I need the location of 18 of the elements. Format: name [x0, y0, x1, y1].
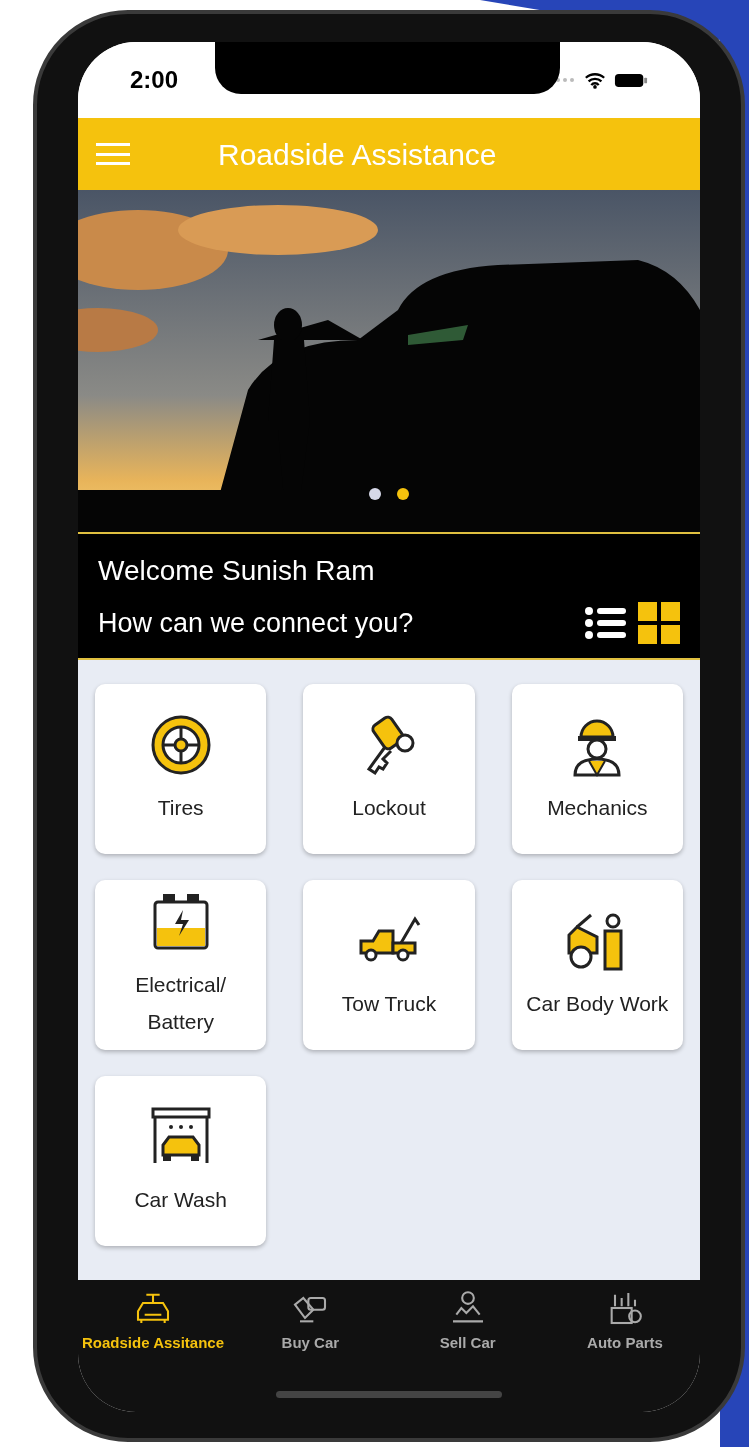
service-card[interactable]: Car Wash [95, 1076, 267, 1246]
welcome-text: Welcome Sunish Ram [98, 554, 376, 588]
prompt-text: How can we connect you? [98, 607, 414, 640]
grid-view-icon[interactable] [638, 602, 680, 644]
nav-tab[interactable]: Auto Parts [550, 1288, 700, 1355]
status-time: 2:00 [130, 65, 179, 95]
app-title: Roadside Assistance [218, 136, 497, 173]
service-card[interactable]: Car Body Work [511, 880, 683, 1050]
service-card[interactable]: Mechanics [511, 684, 683, 854]
battery-icon [614, 71, 648, 89]
service-card[interactable]: Tow Truck [303, 880, 475, 1050]
nav-tab[interactable]: Sell Car [392, 1288, 543, 1355]
nav-tab[interactable]: Buy Car [235, 1288, 386, 1355]
nav-tab[interactable]: Roadside Assitance [78, 1288, 228, 1355]
service-card[interactable]: Lockout [303, 684, 475, 854]
wifi-icon [584, 71, 606, 89]
service-card[interactable]: Electrical/ Battery [95, 880, 267, 1050]
service-card[interactable]: Tires [95, 684, 267, 854]
